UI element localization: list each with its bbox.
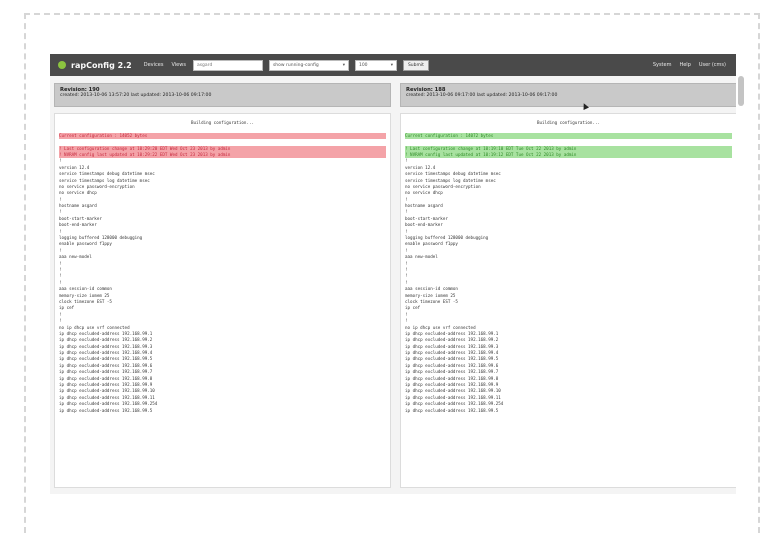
device-search-input[interactable]: asgard (192, 59, 263, 71)
page-scrollbar[interactable] (738, 76, 744, 106)
count-select-value: 100 (358, 62, 368, 68)
logo-icon (58, 61, 66, 69)
command-select-value: show running-config (272, 62, 319, 68)
chevron-down-icon: ▾ (342, 62, 345, 68)
config-line: ip dhcp excluded-address 192.168.99.5 (405, 407, 499, 413)
brand-name: rapConfig 2.2 (71, 60, 132, 70)
left-revision-meta: created: 2013-10-06 13:57:20 last update… (60, 93, 212, 98)
navbar: rapConfig 2.2 Devices Views asgard show … (50, 54, 736, 76)
menu-views[interactable]: Views (171, 62, 185, 68)
right-revision-pane: Revision: 188 created: 2013-10-06 09:17:… (400, 83, 736, 494)
rapconfig-window: rapConfig 2.2 Devices Views asgard show … (50, 54, 736, 494)
menu-user[interactable]: User (cms) (699, 62, 726, 68)
right-config-text: Building configuration... Current configu… (400, 113, 736, 488)
left-config-text: Building configuration... Current configu… (54, 113, 391, 488)
command-select[interactable]: show running-config ▾ (268, 59, 349, 71)
left-revision-pane: Revision: 190 created: 2013-10-06 13:57:… (54, 83, 391, 494)
right-revision-header: Revision: 188 created: 2013-10-06 09:17:… (400, 83, 736, 107)
menu-devices[interactable]: Devices (144, 62, 164, 68)
chevron-down-icon: ▾ (390, 62, 393, 68)
submit-button[interactable]: Submit (402, 59, 429, 71)
left-revision-header: Revision: 190 created: 2013-10-06 13:57:… (54, 83, 391, 107)
right-revision-meta: created: 2013-10-06 09:17:00 last update… (406, 93, 558, 98)
brand[interactable]: rapConfig 2.2 (58, 61, 132, 70)
config-line: ip dhcp excluded-address 192.168.99.5 (59, 407, 153, 413)
navbar-right: System Help User (cms) (649, 62, 730, 68)
count-select[interactable]: 100 ▾ (354, 59, 397, 71)
menu-help[interactable]: Help (679, 62, 690, 68)
menu-system[interactable]: System (653, 62, 672, 68)
